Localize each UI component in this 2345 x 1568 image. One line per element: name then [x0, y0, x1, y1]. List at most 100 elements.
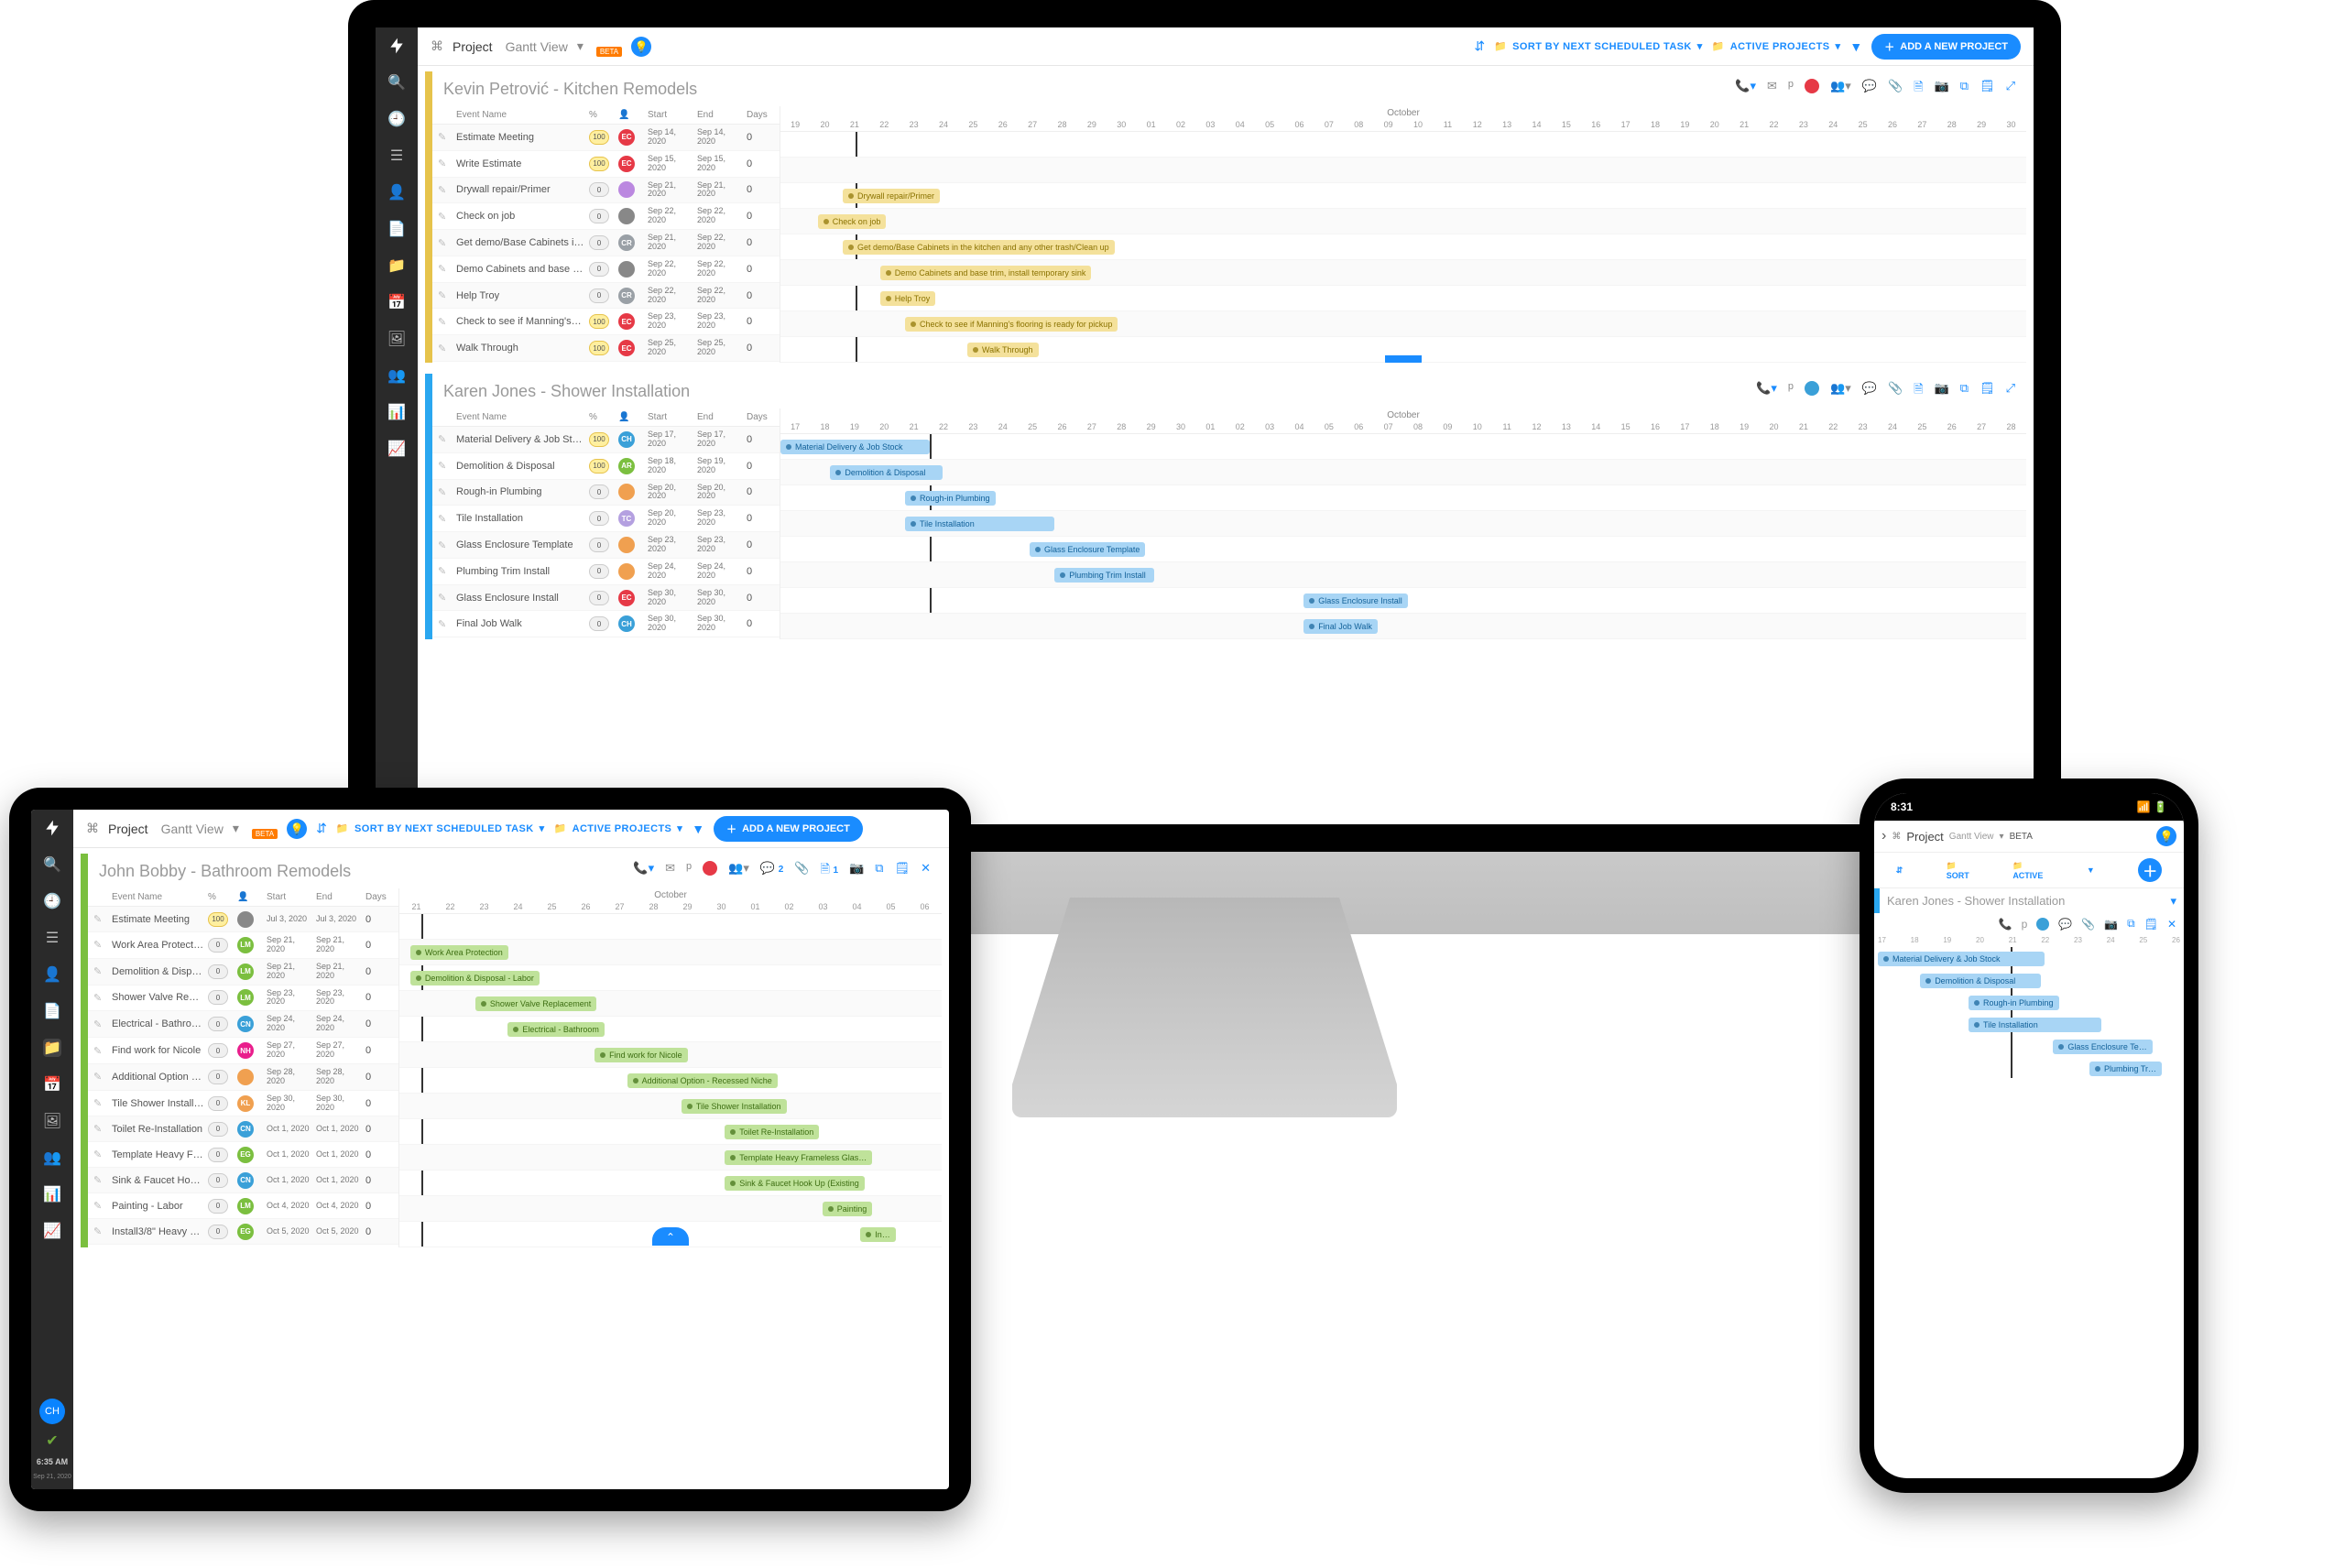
edit-icon[interactable]: ✎ — [438, 565, 453, 577]
edit-icon[interactable]: ✎ — [438, 592, 453, 604]
user-icon[interactable]: 👤 — [387, 183, 406, 201]
table-row[interactable]: ✎Estimate Meeting100Jul 3, 2020Jul 3, 20… — [88, 907, 398, 932]
bulb-icon[interactable]: 💡 — [287, 819, 307, 839]
gantt-bar[interactable]: Additional Option - Recessed Niche — [627, 1073, 778, 1088]
file-icon[interactable]: 📄 — [387, 220, 406, 238]
edit-icon[interactable]: ✎ — [438, 131, 453, 143]
back-icon[interactable]: › — [1881, 828, 1886, 844]
percent-badge[interactable]: 0 — [208, 1199, 228, 1214]
gantt-bar[interactable]: Shower Valve Replacement — [475, 996, 596, 1011]
gantt-bar[interactable]: Glass Enclosure Template — [1030, 542, 1145, 557]
edit-icon[interactable]: ✎ — [93, 965, 108, 977]
sort-button[interactable]: 📁SORT — [1947, 861, 1969, 880]
assignee-dot[interactable]: LM — [237, 1198, 254, 1214]
table-row[interactable]: ✎Final Job Walk0CHSep 30, 2020Sep 30, 20… — [432, 611, 780, 637]
assignee-dot[interactable]: EG — [237, 1147, 254, 1163]
table-row[interactable]: ✎Sink & Faucet Hook Up (E…0CNOct 1, 2020… — [88, 1168, 398, 1193]
project-header[interactable]: Karen Jones - Shower Installation 📞▾ p 👥… — [432, 374, 2026, 408]
close-icon[interactable]: ✕ — [2167, 918, 2176, 931]
col-end[interactable]: End — [697, 110, 743, 120]
assignee-dot[interactable]: CH — [618, 431, 635, 448]
percent-badge[interactable]: 0 — [589, 538, 609, 552]
copy-icon[interactable]: ⧉ — [1960, 381, 1969, 401]
percent-badge[interactable]: 100 — [589, 130, 609, 145]
note-icon[interactable]: 🗒 — [895, 861, 911, 881]
assignee-dot[interactable]: EG — [237, 1224, 254, 1240]
calendar-icon[interactable]: 📅 — [43, 1075, 61, 1094]
col-start[interactable]: Start — [648, 110, 693, 120]
add-project-button[interactable]: ＋ ADD A NEW PROJECT — [714, 816, 863, 842]
clock-icon[interactable]: 🕘 — [387, 110, 406, 128]
checklist-icon[interactable]: ☰ — [387, 147, 406, 165]
app-view[interactable]: Gantt View — [1949, 832, 1994, 842]
p-icon[interactable]: p — [1788, 79, 1794, 99]
assignee-dot[interactable] — [618, 484, 635, 500]
col-end[interactable]: End — [697, 412, 743, 422]
avatar[interactable]: CH — [39, 1399, 65, 1424]
user-icon[interactable]: 👤 — [43, 965, 61, 984]
edit-icon[interactable]: ✎ — [438, 316, 453, 328]
edit-icon[interactable]: ✎ — [93, 1225, 108, 1237]
assignee-dot[interactable]: CH — [618, 615, 635, 632]
col-start[interactable]: Start — [648, 412, 693, 422]
assignee-dot[interactable]: KL — [237, 1095, 254, 1112]
doc-icon[interactable]: 🗎 — [1914, 381, 1923, 401]
collapse-toggle[interactable]: ⌄ — [652, 1227, 689, 1246]
gantt-bar[interactable]: Work Area Protection — [410, 945, 508, 960]
camera-icon[interactable]: 📷 — [1935, 79, 1949, 99]
gantt-chart-p2[interactable]: October 17181920212223242526272829300102… — [780, 408, 2026, 639]
edit-icon[interactable]: ✎ — [438, 618, 453, 630]
comment-icon[interactable]: 💬 — [1862, 381, 1877, 401]
p-icon[interactable]: p — [1788, 381, 1794, 401]
table-row[interactable]: ✎Check to see if Manning's…100ECSep 23, … — [432, 309, 780, 335]
gantt-bar[interactable]: Tile Shower Installation — [682, 1099, 787, 1114]
col-pct[interactable]: % — [208, 892, 234, 902]
percent-badge[interactable]: 0 — [589, 511, 609, 526]
doc-icon[interactable]: 🗎 — [1914, 79, 1923, 99]
gantt-bar[interactable]: In… — [860, 1227, 896, 1242]
percent-badge[interactable]: 0 — [208, 1017, 228, 1031]
assignee-dot[interactable] — [618, 208, 635, 224]
table-row[interactable]: ✎Get demo/Base Cabinets i…0CRSep 21, 202… — [432, 230, 780, 256]
percent-badge[interactable]: 100 — [589, 314, 609, 329]
table-row[interactable]: ✎Write Estimate100ECSep 15, 2020Sep 15, … — [432, 151, 780, 178]
edit-icon[interactable]: ✎ — [438, 184, 453, 196]
table-row[interactable]: ✎Estimate Meeting100ECSep 14, 2020Sep 14… — [432, 125, 780, 151]
checklist-icon[interactable]: ☰ — [43, 929, 61, 947]
assignee-dot[interactable]: NH — [237, 1042, 254, 1059]
percent-badge[interactable]: 0 — [589, 616, 609, 631]
sync-icon[interactable]: ✔ — [46, 1432, 58, 1450]
table-row[interactable]: ✎Glass Enclosure Install0ECSep 30, 2020S… — [432, 585, 780, 612]
assignee-dot[interactable]: CN — [237, 1121, 254, 1138]
mail-icon[interactable]: ✉ — [1767, 79, 1777, 99]
percent-badge[interactable]: 0 — [208, 1122, 228, 1137]
percent-badge[interactable]: 0 — [208, 1173, 228, 1188]
table-row[interactable]: ✎Tile Shower Installation0KLSep 30, 2020… — [88, 1091, 398, 1117]
sort-button[interactable]: 📁 SORT BY NEXT SCHEDULED TASK ▾ — [336, 822, 545, 834]
percent-badge[interactable]: 0 — [589, 235, 609, 250]
clock-icon[interactable]: 🕘 — [43, 892, 61, 910]
gantt-bar[interactable]: Help Troy — [880, 291, 936, 306]
percent-badge[interactable]: 0 — [589, 591, 609, 605]
gantt-bar[interactable]: Check to see if Manning's flooring is re… — [905, 317, 1118, 332]
report-icon[interactable]: 📊 — [387, 403, 406, 421]
file-icon[interactable]: 📄 — [43, 1002, 61, 1020]
copy-icon[interactable]: ⧉ — [875, 861, 883, 881]
table-row[interactable]: ✎Rough-in Plumbing0Sep 20, 2020Sep 20, 2… — [432, 480, 780, 506]
search-icon[interactable]: 🔍 — [43, 855, 61, 874]
edit-icon[interactable]: ✎ — [438, 289, 453, 301]
gantt-chart-p3[interactable]: October 21222324252627282930010203040506… — [399, 888, 942, 1247]
edit-icon[interactable]: ✎ — [438, 343, 453, 354]
assignee-dot[interactable] — [618, 261, 635, 278]
col-name[interactable]: Event Name — [112, 892, 204, 902]
image-icon[interactable]: 🖼 — [387, 330, 406, 348]
percent-badge[interactable]: 0 — [208, 1225, 228, 1239]
edit-icon[interactable]: ✎ — [438, 460, 453, 472]
col-days[interactable]: Days — [365, 892, 393, 902]
percent-badge[interactable]: 0 — [208, 1148, 228, 1162]
table-row[interactable]: ✎Demolition & Disposal100ARSep 18, 2020S… — [432, 453, 780, 480]
edit-icon[interactable]: ✎ — [438, 263, 453, 275]
comment-icon[interactable]: 💬 — [1862, 79, 1877, 99]
expand-icon[interactable]: ⤢ — [2006, 381, 2015, 401]
gantt-bar[interactable]: Plumbing Trim Install — [1054, 568, 1154, 583]
